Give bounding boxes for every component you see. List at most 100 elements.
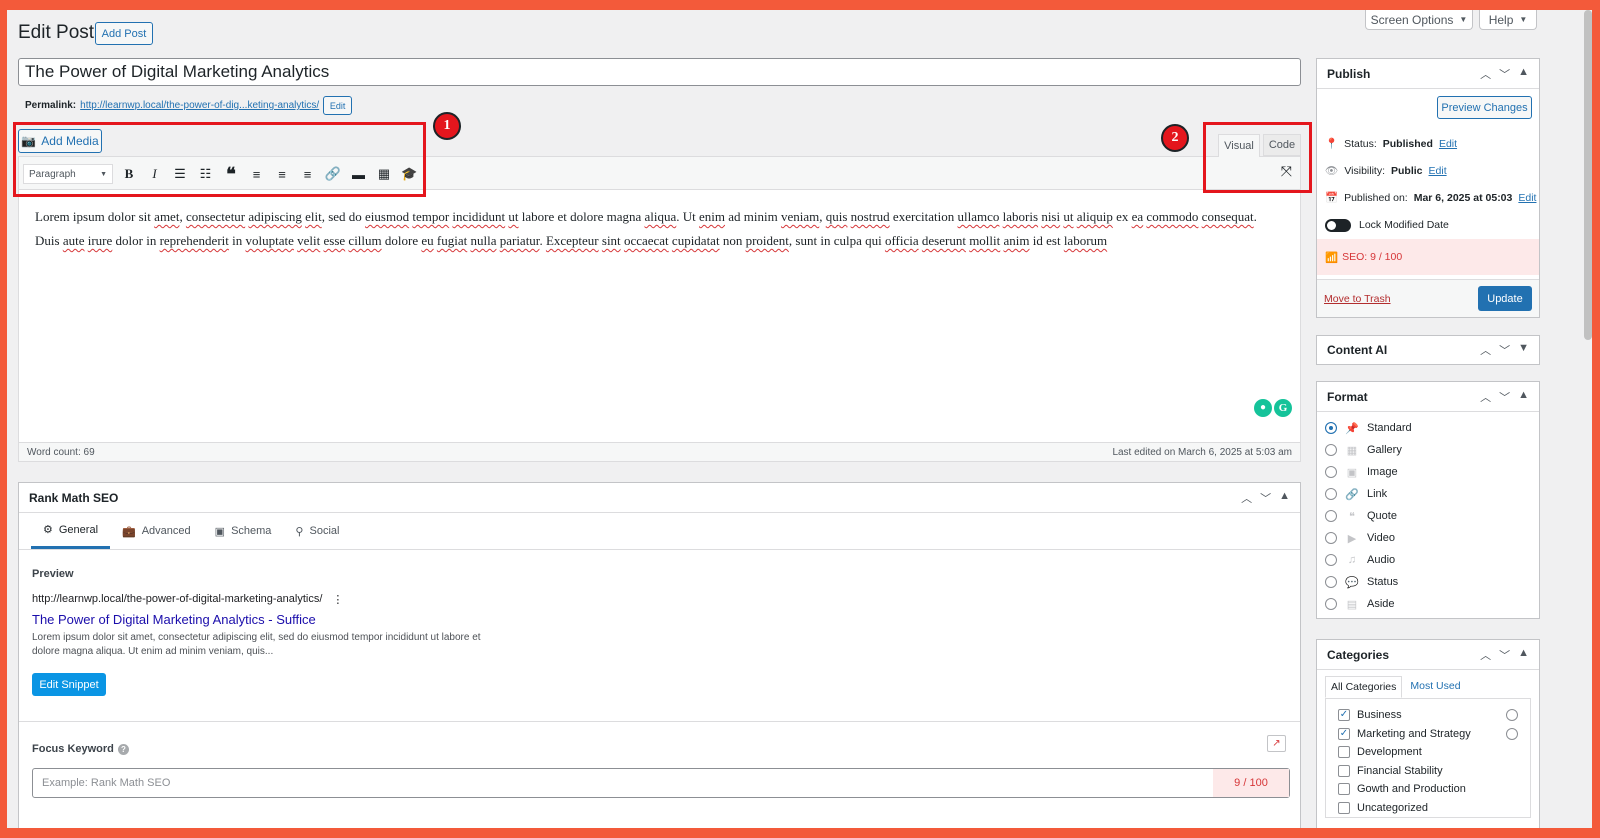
misspelled-word: pariatur — [499, 233, 540, 248]
more-vertical-icon[interactable]: ⋮ — [332, 593, 343, 606]
grammarly-g-icon[interactable]: G — [1274, 399, 1292, 417]
status-format-icon: 💬 — [1345, 576, 1359, 589]
chevron-down-icon[interactable]: ﹀ — [1499, 66, 1510, 82]
toggle-panel-icon[interactable]: ▲ — [1518, 647, 1529, 663]
misspelled-word: esse — [323, 233, 346, 248]
published-edit-link[interactable]: Edit — [1518, 185, 1536, 212]
publish-panel: Publish ︿ ﹀ ▲ Preview Changes 📍 Status: Publ… — [1316, 58, 1540, 318]
toggle-panel-icon[interactable]: ▲ — [1518, 389, 1529, 405]
category-label: Marketing and Strategy — [1357, 727, 1471, 740]
category-checkbox[interactable] — [1338, 764, 1350, 777]
format-option-status[interactable]: 💬 Status — [1325, 571, 1531, 593]
categories-panel: Categories ︿ ﹀ ▲ All Categories Most Used … — [1316, 639, 1540, 828]
format-radio[interactable] — [1325, 444, 1337, 456]
format-option-gallery[interactable]: ▦ Gallery — [1325, 439, 1531, 461]
grammarly-widget[interactable]: ● G — [1254, 399, 1292, 417]
primary-category-radio[interactable] — [1506, 727, 1518, 740]
category-item[interactable]: ✓ Business — [1338, 706, 1518, 725]
add-post-button[interactable]: Add Post — [95, 22, 153, 45]
editor-status-bar: Word count: 69 Last edited on March 6, 2… — [19, 442, 1300, 461]
update-button[interactable]: Update — [1478, 286, 1532, 311]
text-run: in — [228, 233, 246, 248]
category-item[interactable]: Gowth and Production — [1338, 780, 1518, 799]
category-checkbox[interactable] — [1338, 783, 1350, 796]
category-item[interactable]: Financial Stability — [1338, 762, 1518, 781]
format-option-image[interactable]: ▣ Image — [1325, 461, 1531, 483]
lock-modified-toggle[interactable] — [1325, 219, 1351, 232]
misspelled-word: occaecat — [623, 233, 669, 248]
preview-desc-line-2: dolore magna aliqua. Ut enim ad minim ve… — [32, 646, 274, 657]
format-radio[interactable] — [1325, 532, 1337, 544]
focus-keyword-input[interactable]: Example: Rank Math SEO 9 / 100 — [32, 768, 1290, 798]
chevron-down-icon[interactable]: ﹀ — [1499, 342, 1510, 358]
edit-snippet-button[interactable]: Edit Snippet — [32, 673, 106, 696]
tab-social[interactable]: ⚲ Social — [283, 513, 351, 549]
screen-options-button[interactable]: Screen Options ▼ — [1365, 10, 1473, 30]
format-radio[interactable] — [1325, 554, 1337, 566]
format-option-standard[interactable]: 📌 Standard — [1325, 417, 1531, 439]
format-radio[interactable] — [1325, 510, 1337, 522]
format-radio[interactable] — [1325, 466, 1337, 478]
format-option-audio[interactable]: ♫ Audio — [1325, 549, 1531, 571]
help-icon[interactable]: ? — [117, 743, 129, 755]
chevron-down-icon[interactable]: ﹀ — [1499, 389, 1510, 405]
toggle-panel-icon[interactable]: ▼ — [1518, 342, 1529, 358]
tab-advanced[interactable]: 💼 Advanced — [110, 513, 203, 549]
category-label: Gowth and Production — [1357, 783, 1466, 796]
misspelled-word: ut — [1063, 209, 1074, 224]
content-ai-header[interactable]: Content AI ︿ ﹀ ▼ — [1317, 336, 1539, 364]
misspelled-word: veniam — [780, 209, 820, 224]
chevron-up-icon[interactable]: ︿ — [1480, 66, 1491, 82]
chevron-up-icon[interactable]: ︿ — [1480, 647, 1491, 663]
format-option-link[interactable]: 🔗 Link — [1325, 483, 1531, 505]
editor-content[interactable]: Lorem ipsum dolor sit amet, consectetur … — [19, 190, 1300, 435]
tab-all-categories[interactable]: All Categories — [1325, 676, 1403, 698]
format-title: Format — [1327, 389, 1368, 404]
category-checkbox[interactable] — [1338, 746, 1350, 759]
page-scrollbar[interactable] — [1584, 10, 1592, 340]
text-run: labore et dolore magna — [518, 209, 645, 224]
category-checkbox[interactable]: ✓ — [1338, 709, 1350, 722]
visibility-value: Public — [1391, 165, 1423, 177]
annotation-badge-1: 1 — [433, 112, 461, 140]
format-radio[interactable] — [1325, 598, 1337, 610]
trends-icon[interactable]: ↗ — [1267, 735, 1286, 752]
chevron-down-icon[interactable]: ﹀ — [1260, 490, 1271, 506]
status-edit-link[interactable]: Edit — [1439, 131, 1457, 158]
rank-math-panel: Rank Math SEO ︿ ﹀ ▲ ⚙ General 💼 Advanced ▣ Sc… — [18, 482, 1301, 828]
annotation-box-1 — [13, 122, 426, 197]
chevron-up-icon[interactable]: ︿ — [1480, 389, 1491, 405]
category-checkbox[interactable] — [1338, 801, 1350, 814]
category-item[interactable]: Uncategorized — [1338, 799, 1518, 818]
format-option-label: Image — [1367, 466, 1398, 478]
move-to-trash-link[interactable]: Move to Trash — [1324, 293, 1391, 305]
toggle-panel-icon[interactable]: ▲ — [1518, 66, 1529, 82]
tab-general[interactable]: ⚙ General — [31, 513, 111, 549]
misspelled-word: adipiscing — [248, 209, 302, 224]
preview-title[interactable]: The Power of Digital Marketing Analytics… — [32, 612, 1287, 627]
chevron-up-icon[interactable]: ︿ — [1241, 490, 1252, 506]
format-radio[interactable] — [1325, 576, 1337, 588]
tab-most-used[interactable]: Most Used — [1402, 676, 1468, 698]
category-item[interactable]: Development — [1338, 743, 1518, 762]
chevron-down-icon[interactable]: ﹀ — [1499, 647, 1510, 663]
visibility-edit-link[interactable]: Edit — [1429, 158, 1447, 185]
format-radio[interactable] — [1325, 488, 1337, 500]
tab-schema[interactable]: ▣ Schema — [203, 513, 284, 549]
primary-category-radio[interactable] — [1506, 709, 1518, 722]
text-run: dolore — [381, 233, 422, 248]
category-checkbox[interactable]: ✓ — [1338, 727, 1350, 740]
post-title-input[interactable]: The Power of Digital Marketing Analytics — [18, 58, 1301, 86]
permalink-url[interactable]: http://learnwp.local/the-power-of-dig...… — [80, 100, 319, 111]
preview-changes-button[interactable]: Preview Changes — [1437, 96, 1532, 119]
category-item[interactable]: ✓ Marketing and Strategy — [1338, 725, 1518, 744]
grammarly-bulb-icon[interactable]: ● — [1254, 399, 1272, 417]
chevron-up-icon[interactable]: ︿ — [1480, 342, 1491, 358]
toggle-panel-icon[interactable]: ▲ — [1279, 490, 1290, 506]
format-radio[interactable] — [1325, 422, 1337, 434]
help-button[interactable]: Help ▼ — [1479, 10, 1537, 30]
permalink-edit-button[interactable]: Edit — [323, 96, 353, 115]
format-option-aside[interactable]: ▤ Aside — [1325, 593, 1531, 615]
format-option-quote[interactable]: ❝ Quote — [1325, 505, 1531, 527]
format-option-video[interactable]: ▶ Video — [1325, 527, 1531, 549]
